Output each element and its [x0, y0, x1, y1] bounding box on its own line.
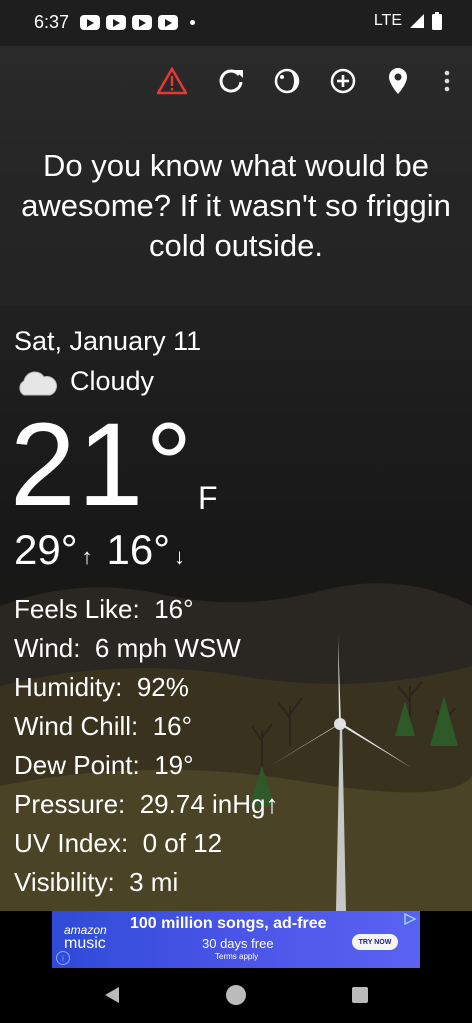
detail-row-feels-like: Feels Like: 16° — [14, 590, 278, 629]
detail-row-humidity: Humidity: 92% — [14, 668, 278, 707]
recents-icon[interactable] — [348, 983, 372, 1007]
detail-label: Wind: — [14, 633, 81, 663]
detail-row-wind: Wind: 6 mph WSW — [14, 629, 278, 668]
location-icon[interactable] — [381, 64, 415, 98]
ad-choices-icon[interactable] — [403, 913, 417, 925]
refresh-icon[interactable] — [214, 64, 248, 98]
detail-value: 16° — [154, 594, 194, 624]
detail-value: 6 mph WSW — [94, 633, 241, 663]
ad-subtext: 30 days free — [202, 936, 274, 951]
detail-value: 16° — [152, 711, 193, 741]
detail-label: Wind Chill: — [14, 711, 139, 741]
toolbar — [0, 56, 472, 104]
navigation-bar — [0, 968, 472, 1023]
detail-value: 92% — [136, 672, 189, 702]
weather-details: Feels Like: 16° Wind: 6 mph WSW Humidity… — [14, 590, 278, 902]
status-time: 6:37 — [34, 12, 70, 32]
high-temp: 29° — [14, 526, 78, 573]
more-notifications-dot — [190, 20, 195, 25]
detail-row-dew-point: Dew Point: 19° — [14, 746, 278, 785]
add-icon[interactable] — [326, 64, 360, 98]
signal-icon — [410, 14, 424, 28]
high-arrow-icon: ↑ — [81, 544, 93, 569]
youtube-notification-icon — [132, 15, 152, 30]
low-temp: 16° — [106, 526, 171, 573]
ad-info-icon[interactable]: i — [56, 951, 70, 965]
current-condition: Cloudy — [14, 366, 154, 397]
detail-value: 0 of 12 — [142, 828, 223, 858]
detail-label: Visibility: — [14, 867, 115, 897]
temperature-unit: F — [198, 480, 218, 516]
detail-row-pressure: Pressure: 29.74 inHg↑ — [14, 785, 278, 824]
detail-row-wind-chill: Wind Chill: 16° — [14, 707, 278, 746]
ad-cta-button[interactable]: TRY NOW — [352, 934, 398, 950]
home-icon[interactable] — [224, 983, 248, 1007]
high-low-temps: 29° ↑ 16° ↓ — [14, 526, 199, 574]
detail-value: 3 mi — [129, 867, 179, 897]
headline-text: Do you know what would be awesome? If it… — [21, 148, 451, 263]
weather-screen: 6:37 LTE Do you know what would be aweso… — [0, 0, 472, 1023]
current-date: Sat, January 11 — [14, 326, 202, 356]
current-temperature: 21° — [10, 399, 195, 531]
cloud-icon — [19, 371, 57, 395]
status-right: LTE — [374, 12, 442, 30]
ad-brand-logo: amazon music — [64, 923, 107, 952]
ad-headline: 100 million songs, ad-free — [130, 915, 327, 932]
battery-icon — [432, 12, 442, 30]
alert-icon[interactable] — [155, 64, 189, 98]
detail-label: UV Index: — [14, 828, 129, 858]
notification-icons — [80, 15, 178, 30]
detail-label: Pressure: — [14, 789, 126, 819]
detail-value: 19° — [154, 750, 194, 780]
youtube-notification-icon — [80, 15, 100, 30]
low-arrow-icon: ↓ — [174, 544, 186, 569]
more-icon[interactable] — [430, 64, 464, 98]
detail-label: Dew Point: — [14, 750, 140, 780]
detail-row-uv-index: UV Index: 0 of 12 — [14, 824, 278, 863]
theme-icon[interactable] — [270, 64, 304, 98]
ad-brand-bottom: music — [64, 935, 106, 952]
youtube-notification-icon — [158, 15, 178, 30]
network-type: LTE — [373, 12, 402, 29]
ad-terms: Terms apply — [215, 952, 259, 961]
status-bar: 6:37 LTE — [0, 0, 472, 46]
condition-label: Cloudy — [70, 366, 155, 396]
ad-banner[interactable]: amazon music 100 million songs, ad-free … — [52, 911, 420, 968]
youtube-notification-icon — [106, 15, 126, 30]
detail-row-visibility: Visibility: 3 mi — [14, 863, 278, 902]
detail-label: Feels Like: — [14, 594, 140, 624]
back-icon[interactable] — [100, 983, 124, 1007]
detail-label: Humidity: — [14, 672, 123, 702]
detail-value: 29.74 inHg↑ — [139, 789, 279, 819]
